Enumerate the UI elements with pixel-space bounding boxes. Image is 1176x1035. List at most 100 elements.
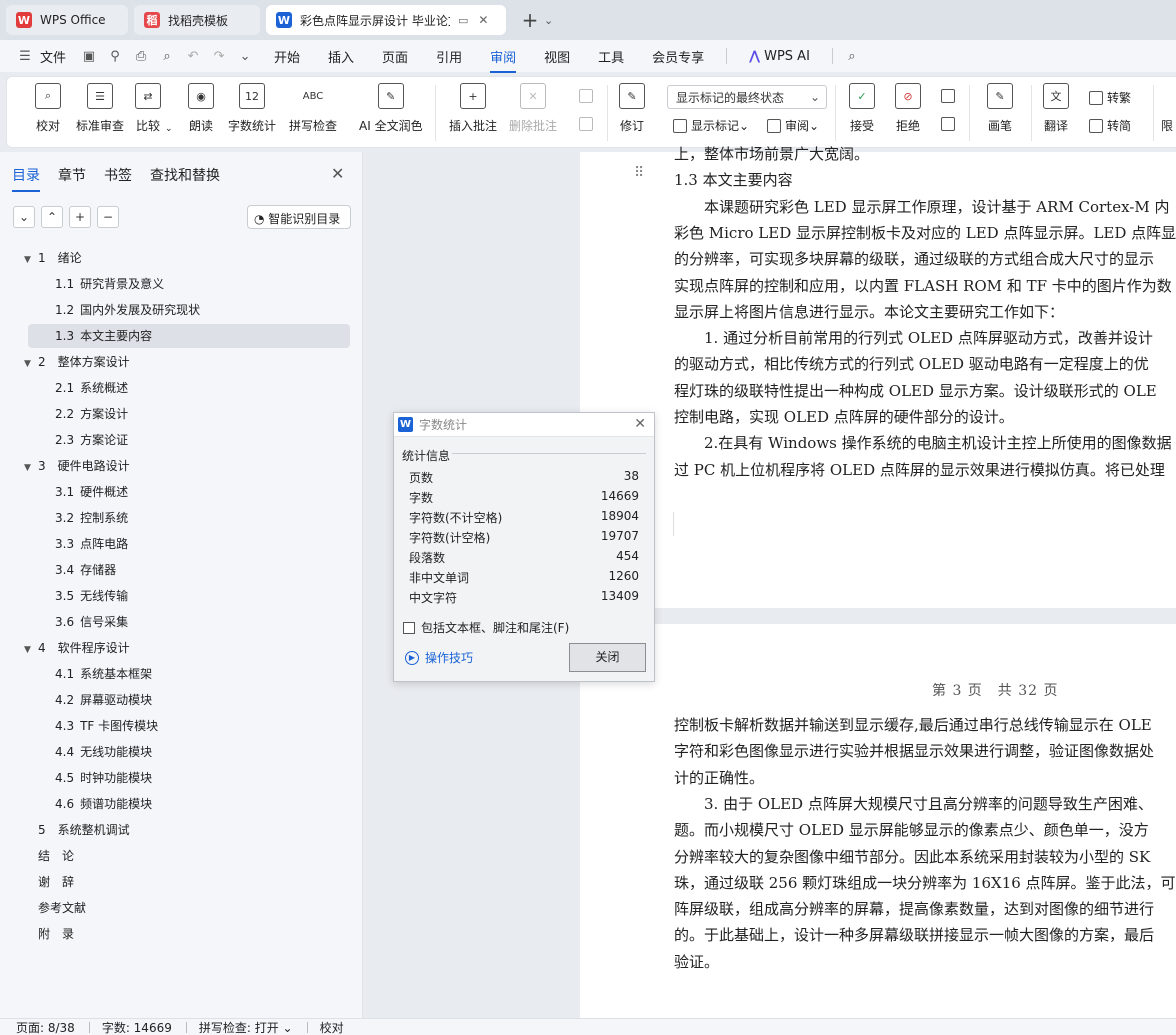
wps-ai-button[interactable]: ⋀ WPS AI bbox=[749, 49, 810, 64]
nav-tab-bookmarks[interactable]: 书签 bbox=[104, 165, 132, 185]
toc-item-section[interactable]: 4.5 时钟功能模块 bbox=[28, 766, 350, 790]
print-preview-icon[interactable]: ⌕ bbox=[156, 49, 178, 64]
proof-indicator[interactable]: 校对 bbox=[320, 1019, 344, 1035]
chevron-down-icon[interactable]: ⌄ bbox=[544, 14, 553, 27]
restrict-editing-button[interactable]: 限 bbox=[1161, 117, 1173, 134]
nav-tab-toc[interactable]: 目录 bbox=[12, 165, 40, 192]
print-icon[interactable]: ⎙ bbox=[130, 49, 152, 64]
add-heading-button[interactable]: + bbox=[69, 206, 91, 228]
toc-item-chapter[interactable]: 参考文献 bbox=[24, 896, 350, 920]
toc-item-section[interactable]: 2.1 系统概述 bbox=[28, 376, 350, 400]
undo-icon[interactable]: ↶ bbox=[182, 49, 204, 64]
ai-polish-button[interactable]: ✎ AI 全文润色 bbox=[359, 83, 423, 134]
close-icon[interactable]: ✕ bbox=[634, 416, 646, 432]
toc-item-section[interactable]: 3.1 硬件概述 bbox=[28, 480, 350, 504]
toc-item-section[interactable]: 4.2 屏幕驱动模块 bbox=[28, 688, 350, 712]
compare-button[interactable]: ⇄ 比较 ⌄ bbox=[135, 83, 173, 134]
prev-change-button[interactable] bbox=[941, 89, 959, 103]
drag-handle-icon[interactable]: ⠿ bbox=[634, 166, 644, 180]
toc-item-chapter[interactable]: ▼ 4 软件程序设计 bbox=[24, 636, 350, 660]
tab-wps-office[interactable]: W WPS Office bbox=[6, 5, 128, 35]
reject-button[interactable]: ⊘ 拒绝 bbox=[895, 83, 921, 134]
toc-item-section[interactable]: 3.5 无线传输 bbox=[28, 584, 350, 608]
expand-arrow-icon[interactable]: ▼ bbox=[24, 638, 38, 662]
nav-tab-chapters[interactable]: 章节 bbox=[58, 165, 86, 185]
next-comment-button[interactable] bbox=[579, 117, 597, 131]
new-tab-icon[interactable]: + bbox=[516, 8, 544, 32]
prev-comment-button[interactable] bbox=[579, 89, 597, 103]
close-icon[interactable]: ✕ bbox=[331, 164, 344, 183]
tab-tools[interactable]: 工具 bbox=[598, 47, 624, 66]
word-count-indicator[interactable]: 字数: 14669 bbox=[102, 1019, 172, 1035]
screen-icon[interactable]: ▭ bbox=[458, 14, 468, 27]
review-pane-button[interactable]: 审阅 ⌄ bbox=[767, 117, 819, 134]
delete-comment-button[interactable]: ✕ 删除批注 bbox=[509, 83, 557, 134]
read-aloud-button[interactable]: ◉ 朗读 bbox=[188, 83, 214, 134]
toc-item-section[interactable]: 4.3 TF 卡图传模块 bbox=[28, 714, 350, 738]
toc-item-section[interactable]: 1.1 研究背景及意义 bbox=[28, 272, 350, 296]
toc-item-section[interactable]: 1.3 本文主要内容 bbox=[28, 324, 350, 348]
expand-arrow-icon[interactable]: ▼ bbox=[24, 248, 38, 272]
toc-item-section[interactable]: 1.2 国内外发展及研究现状 bbox=[28, 298, 350, 322]
expand-arrow-icon[interactable]: ▼ bbox=[24, 352, 38, 376]
tab-reference[interactable]: 引用 bbox=[436, 47, 462, 66]
toc-item-chapter[interactable]: 结 论 bbox=[24, 844, 350, 868]
to-traditional-button[interactable]: 转繁 bbox=[1089, 89, 1131, 106]
show-markup-button[interactable]: 显示标记 ⌄ bbox=[673, 117, 749, 134]
toc-item-section[interactable]: 4.4 无线功能模块 bbox=[28, 740, 350, 764]
tab-review[interactable]: 审阅 bbox=[490, 47, 517, 73]
insert-comment-button[interactable]: + 插入批注 bbox=[449, 83, 497, 134]
toc-item-section[interactable]: 4.1 系统基本框架 bbox=[28, 662, 350, 686]
close-button[interactable]: 关闭 bbox=[569, 643, 646, 672]
toc-item-section[interactable]: 3.4 存储器 bbox=[28, 558, 350, 582]
close-tab-icon[interactable]: ✕ bbox=[478, 13, 488, 27]
toc-item-section[interactable]: 2.3 方案论证 bbox=[28, 428, 350, 452]
collapse-all-button[interactable]: ⌄ bbox=[13, 206, 35, 228]
toc-item-chapter[interactable]: ▼ 3 硬件电路设计 bbox=[24, 454, 350, 478]
toc-item-chapter[interactable]: 5 系统整机调试 bbox=[24, 818, 350, 842]
tab-member[interactable]: 会员专享 bbox=[652, 47, 704, 66]
remove-heading-button[interactable]: − bbox=[97, 206, 119, 228]
tips-link[interactable]: ▶ 操作技巧 bbox=[405, 649, 473, 666]
spell-check-indicator[interactable]: 拼写检查: 打开 ⌄ bbox=[199, 1019, 293, 1035]
spell-check-button[interactable]: ABC 拼写检查 bbox=[289, 83, 337, 134]
file-menu[interactable]: ☰ 文件 bbox=[14, 47, 66, 66]
dialog-titlebar[interactable]: W 字数统计 ✕ bbox=[394, 413, 654, 437]
toc-item-section[interactable]: 4.6 频谱功能模块 bbox=[28, 792, 350, 816]
tab-docer-template[interactable]: 稻 找稻壳模板 bbox=[134, 5, 260, 35]
save-icon[interactable]: ▣ bbox=[78, 49, 100, 64]
toc-item-chapter[interactable]: ▼ 2 整体方案设计 bbox=[24, 350, 350, 374]
expand-arrow-icon[interactable]: ▼ bbox=[24, 456, 38, 480]
redo-icon[interactable]: ↷ bbox=[208, 49, 230, 64]
translate-button[interactable]: 文翻译 bbox=[1043, 83, 1069, 134]
more-chevron-icon[interactable]: ⌄ bbox=[234, 49, 256, 64]
toc-item-section[interactable]: 3.2 控制系统 bbox=[28, 506, 350, 530]
tab-start[interactable]: 开始 bbox=[274, 47, 300, 66]
page-indicator[interactable]: 页面: 8/38 bbox=[16, 1019, 75, 1035]
revise-button[interactable]: ✎ 修订 bbox=[619, 83, 645, 134]
link-icon[interactable]: ⚲ bbox=[104, 49, 126, 64]
tab-view[interactable]: 视图 bbox=[544, 47, 570, 66]
to-simplified-button[interactable]: 转简 bbox=[1089, 117, 1131, 134]
toc-item-chapter[interactable]: ▼ 1 绪论 bbox=[24, 246, 350, 270]
toc-item-section[interactable]: 3.6 信号采集 bbox=[28, 610, 350, 634]
markup-state-select[interactable]: 显示标记的最终状态 ⌄ bbox=[667, 85, 827, 109]
smart-toc-button[interactable]: ◔ 智能识别目录 bbox=[247, 205, 351, 229]
toc-item-section[interactable]: 2.2 方案设计 bbox=[28, 402, 350, 426]
search-icon[interactable]: ⌕ bbox=[841, 49, 863, 64]
word-count-button[interactable]: 12 字数统计 bbox=[228, 83, 276, 134]
toc-item-section[interactable]: 3.3 点阵电路 bbox=[28, 532, 350, 556]
tab-document[interactable]: W 彩色点阵显示屏设计 毕业论文 ▭ ✕ bbox=[266, 5, 506, 35]
tab-page[interactable]: 页面 bbox=[382, 47, 408, 66]
include-textbox-checkbox[interactable]: 包括文本框、脚注和尾注(F) bbox=[403, 619, 569, 636]
tab-insert[interactable]: 插入 bbox=[328, 47, 354, 66]
proofread-button[interactable]: ⌕ 校对 bbox=[35, 83, 61, 134]
expand-level-button[interactable]: ⌃ bbox=[41, 206, 63, 228]
next-change-button[interactable] bbox=[941, 117, 959, 131]
nav-tab-find-replace[interactable]: 查找和替换 bbox=[150, 165, 220, 185]
toc-item-chapter[interactable]: 谢 辞 bbox=[24, 870, 350, 894]
accept-button[interactable]: ✓ 接受 bbox=[849, 83, 875, 134]
standard-review-button[interactable]: ☰ 标准审查 bbox=[76, 83, 124, 134]
toc-item-chapter[interactable]: 附 录 bbox=[24, 922, 350, 946]
pen-button[interactable]: ✎ 画笔 bbox=[987, 83, 1013, 134]
